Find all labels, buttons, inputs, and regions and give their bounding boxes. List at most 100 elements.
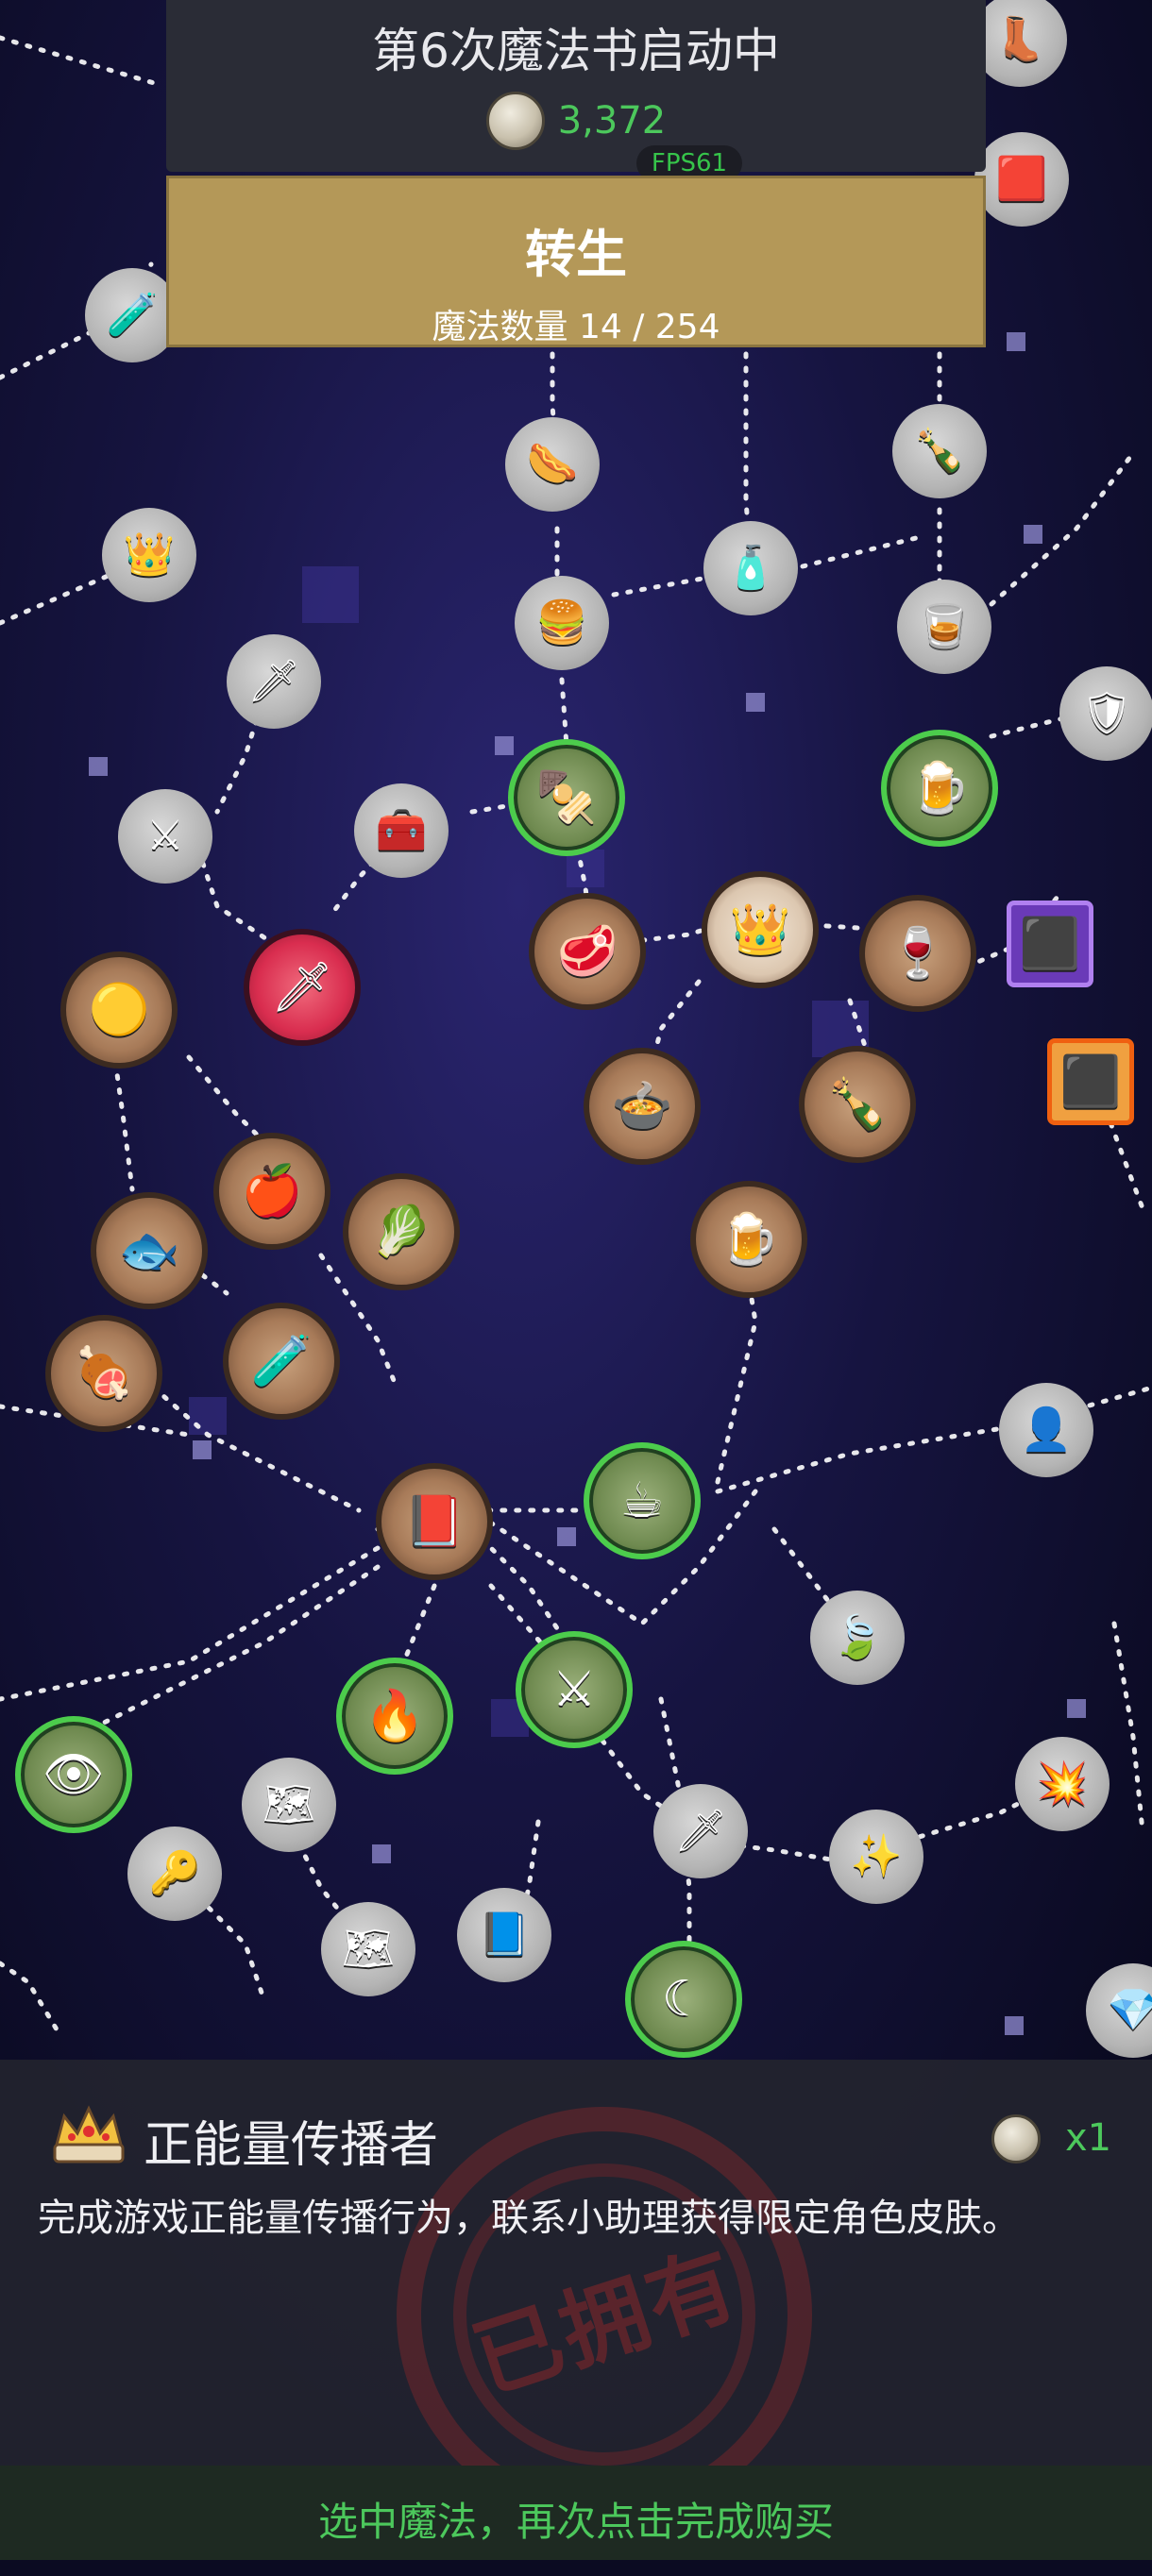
magic-node-blue-potion[interactable]: 🧴 (703, 521, 798, 615)
spellbook-icon: 📘 (478, 1911, 531, 1959)
coffee-icon: ☕ (619, 1473, 665, 1529)
leaf-icon: 🍃 (831, 1613, 884, 1661)
selected-magic-description: 完成游戏正能量传播行为，联系小助理获得限定角色皮肤。 (38, 2197, 1020, 2240)
moon-icon: ☾ (661, 1971, 706, 2028)
magic-node-burger[interactable]: 🍔 (515, 576, 609, 670)
whiskey-icon: 🥃 (918, 602, 971, 650)
soup-icon: 🍲 (611, 1078, 673, 1135)
magic-node-slime[interactable]: 🟡 (60, 951, 178, 1069)
beer-icon: 🍺 (908, 760, 971, 817)
boot-icon: 👢 (993, 15, 1046, 63)
coin-balance: 3,372 (166, 92, 986, 150)
steak-icon: 🥩 (556, 923, 618, 980)
magic-node-chest[interactable]: 🧰 (354, 783, 449, 878)
magic-node-coffee[interactable]: ☕ (584, 1442, 701, 1559)
magic-node-sword[interactable]: 🗡 (227, 634, 321, 729)
header-panel: 第6次魔法书启动中 3,372 FPS61 (166, 0, 986, 181)
magic-node-sword[interactable]: ⚔ (118, 789, 212, 884)
chest-icon: 🧰 (375, 806, 428, 854)
magic-node-explosion[interactable]: 💥 (1015, 1737, 1110, 1831)
magic-node-potion[interactable]: 🧪 (85, 268, 179, 362)
rebirth-label: 转生 (525, 225, 627, 284)
explosion-icon: 💥 (1036, 1759, 1089, 1808)
crown-icon (53, 2105, 125, 2164)
magic-node-bottle[interactable]: 🍾 (799, 1046, 916, 1163)
key-icon: 🔑 (148, 1849, 201, 1897)
magic-node-soup[interactable]: 🍲 (584, 1048, 701, 1165)
purchase-hint-bar[interactable]: 选中魔法，再次点击完成购买 (0, 2466, 1152, 2560)
magic-count: 魔法数量 14 / 254 (432, 308, 720, 346)
spark-sword-icon: ✨ (850, 1832, 903, 1880)
sword-icon: 🗡 (247, 657, 300, 705)
cabbage-icon: 🥬 (370, 1204, 432, 1260)
coal-orange-icon: ⬛ (1059, 1053, 1122, 1110)
scroll-map-icon: 🗺 (342, 1925, 395, 1973)
magic-node-scarecrow[interactable]: 👤 (999, 1383, 1093, 1477)
treasure-icon: 👑 (123, 530, 176, 579)
crown-icon: 👑 (729, 901, 791, 958)
potion-icon: 🧪 (106, 291, 159, 339)
magic-node-crown[interactable]: 👑 (702, 871, 819, 988)
magic-node-fire-sword[interactable]: 🗡 (653, 1784, 748, 1878)
book-icon: 📕 (403, 1493, 466, 1550)
magic-node-book[interactable]: 📕 (376, 1463, 493, 1580)
coal-purple-icon: ⬛ (1019, 916, 1081, 972)
magic-node-apple[interactable]: 🍎 (213, 1133, 330, 1250)
rebirth-button[interactable]: 转生 魔法数量 14 / 254 (166, 176, 986, 347)
wine-icon: 🍷 (887, 925, 949, 982)
price-quantity: x1 (1065, 2116, 1112, 2160)
scarecrow-icon: 👤 (1020, 1406, 1073, 1454)
magic-node-map[interactable]: 🗺 (242, 1758, 336, 1852)
magic-node-scroll-map[interactable]: 🗺 (321, 1902, 415, 1996)
fire-sword-icon: 🗡 (674, 1807, 727, 1855)
magic-node-card[interactable]: 🟥 (974, 132, 1069, 227)
slime-icon: 🟡 (88, 982, 150, 1038)
crossed-swords-icon: ⚔ (551, 1661, 597, 1718)
map-icon: 🗺 (263, 1780, 315, 1828)
magic-node-red-sword[interactable]: 🗡 (244, 929, 361, 1046)
magic-node-coal-purple[interactable]: ⬛ (1007, 901, 1093, 987)
hotdog-icon: 🌭 (526, 440, 579, 488)
magic-node-steak[interactable]: 🥩 (529, 893, 646, 1010)
magic-node-knight[interactable]: 🛡 (1059, 666, 1152, 761)
kebab-icon: 🍢 (535, 769, 598, 826)
magic-node-cabbage[interactable]: 🥬 (343, 1173, 460, 1290)
price-coin-icon (991, 2114, 1041, 2164)
magic-node-torch[interactable]: 🔥 (336, 1658, 453, 1775)
magic-node-blue-flask[interactable]: 🧪 (223, 1303, 340, 1420)
magic-node-moon[interactable]: ☾ (625, 1941, 742, 2058)
apple-icon: 🍎 (241, 1163, 303, 1220)
blue-flask-icon: 🧪 (250, 1333, 313, 1389)
magic-node-hotdog[interactable]: 🌭 (505, 417, 600, 512)
owned-stamp-inner: 已拥有 (414, 2124, 795, 2505)
selected-magic-title: 正能量传播者 (144, 2117, 439, 2174)
purchase-hint: 选中魔法，再次点击完成购买 (317, 2499, 834, 2545)
magic-node-spellbook[interactable]: 📘 (457, 1888, 551, 1982)
magic-node-beer[interactable]: 🍺 (881, 730, 998, 847)
magic-node-key[interactable]: 🔑 (127, 1827, 222, 1921)
sword-icon: ⚔ (146, 812, 184, 860)
magic-node-treasure[interactable]: 👑 (102, 508, 196, 602)
magic-node-coal-orange[interactable]: ⬛ (1047, 1038, 1134, 1125)
magic-node-wine-bottle[interactable]: 🍾 (892, 404, 987, 498)
red-sword-icon: 🗡 (270, 959, 333, 1016)
magic-node-crossed-swords[interactable]: ⚔ (516, 1631, 633, 1748)
magic-node-fish[interactable]: 🐟 (91, 1192, 208, 1309)
torch-icon: 🔥 (364, 1688, 426, 1744)
blue-potion-icon: 🧴 (724, 544, 777, 592)
magic-node-leaf[interactable]: 🍃 (810, 1591, 905, 1685)
coin-amount: 3,372 (557, 99, 667, 143)
magic-book-status-title: 第6次魔法书启动中 (372, 24, 780, 78)
magic-node-wine[interactable]: 🍷 (859, 895, 976, 1012)
knight-icon: 🛡 (1080, 689, 1133, 737)
gem-icon: 💎 (1107, 1986, 1152, 2034)
magic-node-whiskey[interactable]: 🥃 (897, 580, 991, 674)
magic-node-spark-sword[interactable]: ✨ (829, 1810, 923, 1904)
magic-node-kebab[interactable]: 🍢 (508, 739, 625, 856)
magic-node-eye[interactable]: 👁 (15, 1716, 132, 1833)
magic-node-mug[interactable]: 🍺 (690, 1181, 807, 1298)
magic-node-meat[interactable]: 🍖 (45, 1315, 162, 1432)
coin-icon (485, 92, 545, 150)
burger-icon: 🍔 (535, 598, 588, 647)
eye-icon: 👁 (42, 1746, 105, 1803)
